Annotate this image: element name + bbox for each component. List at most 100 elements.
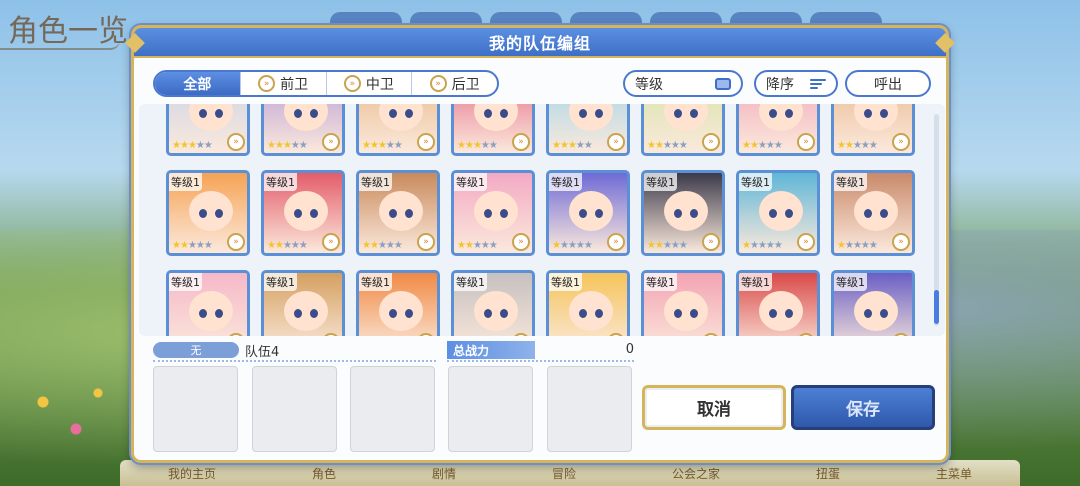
save-button[interactable]: 保存 bbox=[791, 385, 935, 430]
star-rating: ★★★★★ bbox=[837, 140, 878, 151]
character-card[interactable]: 等级1★★★★★» bbox=[261, 170, 345, 256]
character-card[interactable]: 等级1★★★★★» bbox=[736, 170, 820, 256]
portrait-eye bbox=[674, 309, 682, 318]
character-portrait bbox=[759, 104, 803, 131]
character-portrait bbox=[569, 191, 613, 231]
character-card[interactable]: 等级1★★★★★» bbox=[546, 270, 630, 336]
cancel-button[interactable]: 取消 bbox=[642, 385, 786, 430]
character-portrait bbox=[284, 191, 328, 231]
team-slot[interactable] bbox=[350, 366, 435, 452]
character-portrait bbox=[854, 191, 898, 231]
position-icon: » bbox=[607, 133, 625, 151]
star-icon: ★ bbox=[267, 140, 276, 151]
portrait-eye bbox=[310, 109, 318, 118]
sort-key-button[interactable]: 等级 bbox=[623, 70, 743, 97]
portrait-eye bbox=[389, 109, 397, 118]
filter-middle[interactable]: » 中卫 bbox=[325, 72, 412, 95]
star-icon: ★ bbox=[749, 140, 759, 151]
star-icon: ★ bbox=[575, 140, 585, 151]
portrait-eye bbox=[484, 109, 492, 118]
character-card[interactable]: 等级1★★★★★» bbox=[641, 170, 725, 256]
star-icon: ★ bbox=[662, 140, 672, 151]
character-card[interactable]: ★★★★★» bbox=[546, 104, 630, 156]
position-icon: » bbox=[512, 133, 530, 151]
sort-order-button[interactable]: 降序 bbox=[754, 70, 838, 97]
position-icon: » bbox=[512, 333, 530, 336]
position-icon: » bbox=[417, 133, 435, 151]
star-rating: ★★★★★ bbox=[172, 140, 213, 151]
portrait-eye bbox=[690, 209, 698, 218]
sort-lines-icon bbox=[810, 78, 826, 89]
character-level: 等级1 bbox=[644, 273, 677, 291]
character-card[interactable]: 等级1★★★★★» bbox=[166, 270, 250, 336]
portrait-eye bbox=[864, 209, 872, 218]
nav-main-menu: 主菜单 bbox=[935, 466, 972, 481]
star-rating: ★★★★★ bbox=[837, 240, 878, 251]
scroll-thumb[interactable] bbox=[934, 290, 939, 324]
character-portrait bbox=[854, 104, 898, 131]
position-icon: » bbox=[258, 75, 276, 92]
character-card[interactable]: 等级1★★★★★» bbox=[736, 270, 820, 336]
character-portrait bbox=[569, 104, 613, 131]
character-card[interactable]: ★★★★★» bbox=[356, 104, 440, 156]
star-icon: ★ bbox=[298, 140, 308, 151]
star-icon: ★ bbox=[868, 140, 878, 151]
character-card[interactable]: 等级1★★★★★» bbox=[356, 270, 440, 336]
background-bottom-nav: 我的主页 角色 剧情 冒险 公会之家 扭蛋 主菜单 bbox=[120, 460, 1020, 486]
filter-front[interactable]: » 前卫 bbox=[239, 72, 326, 95]
team-slot[interactable] bbox=[547, 366, 632, 452]
star-icon: ★ bbox=[868, 240, 878, 251]
position-icon: » bbox=[797, 233, 815, 251]
character-card[interactable]: 等级1★★★★★» bbox=[451, 270, 535, 336]
filter-label: 前卫 bbox=[280, 76, 309, 93]
character-card[interactable]: 等级1★★★★★» bbox=[641, 270, 725, 336]
character-level: 等级1 bbox=[739, 173, 772, 191]
portrait-eye bbox=[579, 309, 587, 318]
character-card[interactable]: ★★★★★» bbox=[831, 104, 915, 156]
portrait-eye bbox=[310, 209, 318, 218]
character-card[interactable]: 等级1★★★★★» bbox=[261, 270, 345, 336]
portrait-eye bbox=[199, 209, 207, 218]
team-slot[interactable] bbox=[448, 366, 533, 452]
call-button[interactable]: 呼出 bbox=[845, 70, 931, 97]
character-card[interactable]: 等级1★★★★★» bbox=[451, 170, 535, 256]
star-icon: ★ bbox=[488, 140, 498, 151]
character-card[interactable]: 等级1★★★★★» bbox=[356, 170, 440, 256]
character-portrait bbox=[379, 291, 423, 331]
character-card[interactable]: ★★★★★» bbox=[641, 104, 725, 156]
sort-order-label: 降序 bbox=[766, 76, 794, 93]
portrait-eye bbox=[389, 309, 397, 318]
star-icon: ★ bbox=[852, 240, 862, 251]
nav-gacha: 扭蛋 bbox=[815, 466, 840, 481]
title-flourish bbox=[0, 40, 120, 50]
character-portrait bbox=[759, 191, 803, 231]
star-icon: ★ bbox=[837, 240, 846, 251]
character-card[interactable]: 等级1★★★★★» bbox=[831, 170, 915, 256]
character-card[interactable]: ★★★★★» bbox=[261, 104, 345, 156]
star-icon: ★ bbox=[654, 240, 664, 251]
character-card[interactable]: 等级1★★★★★» bbox=[831, 270, 915, 336]
filter-all[interactable]: 全部 bbox=[155, 72, 240, 95]
character-card[interactable]: 等级1★★★★★» bbox=[546, 170, 630, 256]
star-icon: ★ bbox=[844, 140, 854, 151]
character-grid-panel[interactable]: ★★★★★» ★★★★★» ★★★★★» ★★★★★» ★★★★★» ★★★★★» ★★★★… bbox=[139, 104, 945, 336]
team-slot[interactable] bbox=[153, 366, 238, 452]
position-icon: » bbox=[797, 333, 815, 336]
character-card[interactable]: ★★★★★» bbox=[166, 104, 250, 156]
portrait-eye bbox=[579, 109, 587, 118]
character-card[interactable]: ★★★★★» bbox=[451, 104, 535, 156]
star-icon: ★ bbox=[172, 140, 181, 151]
star-icon: ★ bbox=[369, 240, 379, 251]
character-level: 等级1 bbox=[549, 273, 582, 291]
character-card[interactable]: 等级1★★★★★» bbox=[166, 170, 250, 256]
star-icon: ★ bbox=[773, 140, 783, 151]
portrait-eye bbox=[880, 209, 888, 218]
filter-back[interactable]: » 后卫 bbox=[411, 72, 497, 95]
star-icon: ★ bbox=[385, 240, 395, 251]
scrollbar[interactable] bbox=[934, 114, 939, 326]
star-icon: ★ bbox=[282, 240, 292, 251]
star-icon: ★ bbox=[678, 140, 688, 151]
star-icon: ★ bbox=[195, 240, 205, 251]
team-slot[interactable] bbox=[252, 366, 337, 452]
character-card[interactable]: ★★★★★» bbox=[736, 104, 820, 156]
